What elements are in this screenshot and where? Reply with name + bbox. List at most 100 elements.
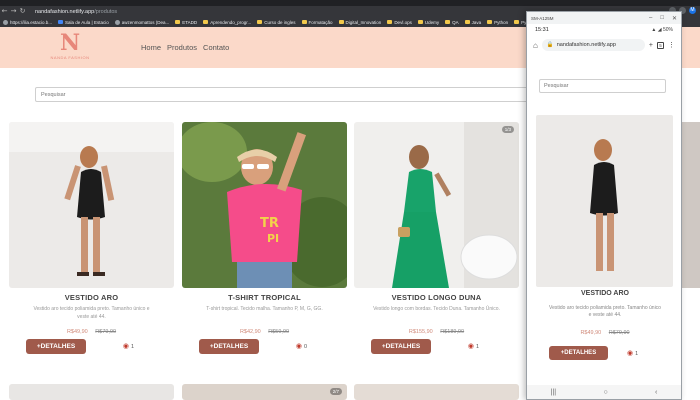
site-logo[interactable]: N NANDA FASHION (50, 31, 90, 64)
android-nav-bar: ||| ○ ‹ (527, 385, 681, 399)
svg-text:PI: PI (267, 232, 279, 245)
lock-icon: 🔒 (546, 42, 554, 48)
phone-view-count-value: 1 (635, 350, 639, 357)
view-count: ◉ 1 (123, 343, 134, 350)
product-title: T-SHIRT TROPICAL (228, 293, 301, 302)
phone-status-icons: ▲ ◢ 50% (651, 27, 673, 33)
product-prices: R$155,90 R$189,90 (354, 329, 519, 335)
bookmark-label: https://ilia.estacio.b... (10, 19, 53, 25)
product-description: Vestido aro tecido poliamida preto. Tama… (33, 306, 150, 320)
phone-status-bar: 15:31 ▲ ◢ 50% (527, 24, 681, 36)
folder-icon (338, 20, 344, 24)
folder-icon (464, 20, 470, 24)
bookmark-label: ETADD (182, 19, 198, 25)
product-description: T-shirt tropical. Tecido malha. Tamanho … (206, 306, 323, 312)
view-count: ◉ 1 (468, 343, 479, 350)
product-price: R$155,90 (408, 329, 433, 335)
view-count-value: 1 (475, 343, 479, 350)
folder-icon (387, 20, 393, 24)
eye-icon: ◉ (295, 343, 302, 350)
bookmark-item[interactable]: Formatação (301, 19, 333, 25)
bookmark-label: QA (452, 19, 459, 25)
product-image[interactable]: TR PI (182, 122, 347, 288)
tab-count-button[interactable]: 5 (657, 41, 664, 49)
globe-icon (3, 19, 8, 25)
svg-text:TR: TR (260, 216, 279, 231)
product-image[interactable] (354, 384, 519, 400)
phone-product-price: R$49,90 (580, 330, 602, 336)
product-card: 1/3 VESTIDO LONGO DUNA Vestido longo com… (354, 122, 519, 357)
folder-icon (514, 20, 520, 24)
product-price: R$49,90 (66, 329, 88, 335)
reload-icon[interactable]: ↻ (18, 6, 27, 17)
bookmark-item[interactable]: Java (464, 19, 482, 25)
bookmark-item[interactable]: Digital_Innovation (338, 19, 382, 25)
phone-details-button[interactable]: +DETALHES (549, 346, 608, 360)
phone-url-field[interactable]: 🔒 nandafashion.netlify.app (541, 39, 645, 51)
view-count: ◉ 0 (296, 343, 307, 350)
emulator-title: SM-A125M (531, 15, 554, 21)
back-icon[interactable]: ← (0, 6, 9, 17)
product-image[interactable] (9, 122, 174, 288)
search-input[interactable] (35, 87, 535, 102)
folder-icon (203, 20, 209, 24)
product-title: VESTIDO ARO (64, 293, 119, 302)
url-host: nandafashion.netlify.app (35, 8, 95, 15)
phone-search-input[interactable] (539, 79, 666, 93)
url-path: /produtos (94, 8, 118, 15)
nav-home[interactable]: Home (141, 43, 161, 52)
bookmark-item[interactable]: Sala de Aula | Estacio (58, 20, 109, 25)
product-image[interactable]: 2/7 (182, 384, 347, 400)
bookmark-item[interactable]: Curso de ingles (257, 20, 296, 25)
back-button-icon[interactable]: ‹ (655, 389, 657, 396)
product-actions: +DETALHES ◉ 1 (354, 339, 519, 357)
close-icon[interactable]: ✕ (672, 15, 677, 22)
view-count-value: 0 (303, 343, 307, 350)
bookmark-label: Formatação (308, 19, 333, 25)
product-title: VESTIDO LONGO DUNA (391, 293, 482, 302)
recent-apps-icon[interactable]: ||| (551, 389, 556, 396)
window-controls: – □ ✕ (649, 15, 677, 22)
eye-icon: ◉ (467, 343, 474, 350)
github-icon (114, 19, 120, 25)
view-count-value: 1 (130, 343, 134, 350)
details-button[interactable]: +DETALHES (371, 339, 431, 354)
new-tab-icon[interactable]: + (649, 42, 653, 49)
bookmark-label: Digital_Innovation (345, 19, 382, 25)
maximize-icon[interactable]: □ (660, 15, 664, 22)
menu-icon[interactable]: ⋮ (668, 41, 675, 49)
nav-contato[interactable]: Contato (203, 43, 229, 52)
bookmark-item[interactable]: https://ilia.estacio.b... (3, 19, 53, 25)
product-image[interactable]: 1/3 (354, 122, 519, 288)
bookmark-label: Udemy (424, 19, 440, 25)
product-old-price: R$59,90 (268, 329, 290, 335)
phone-view-count: ◉ 1 (627, 350, 638, 357)
nav-produtos[interactable]: Produtos (167, 43, 197, 52)
url-field[interactable]: nandafashion.netlify.app/produtos (35, 9, 117, 15)
bookmark-item[interactable]: Devl.ops (387, 20, 412, 25)
bookmark-item[interactable]: awzenmomattos (Dea... (114, 19, 169, 25)
forward-icon[interactable]: → (9, 6, 18, 17)
minimize-icon[interactable]: – (649, 15, 652, 22)
details-button[interactable]: +DETALHES (26, 339, 86, 354)
bookmark-item[interactable]: Python (487, 20, 508, 25)
bookmark-item[interactable]: ETADD (175, 20, 197, 25)
bookmark-label: Java (471, 19, 482, 25)
details-button[interactable]: +DETALHES (199, 339, 259, 354)
bookmark-item[interactable]: QA (445, 20, 459, 25)
bookmark-item[interactable]: Udemy (417, 19, 440, 25)
product-image-partial[interactable] (682, 122, 700, 288)
image-counter-badge: 1/3 (501, 126, 514, 133)
profile-avatar[interactable]: M (689, 7, 696, 14)
bookmark-label: Aprendendo_progr... (210, 19, 252, 25)
phone-product-image[interactable] (536, 115, 673, 287)
phone-product-prices: R$49,90 R$79,90 (527, 330, 683, 336)
home-icon[interactable]: ⌂ (533, 41, 538, 50)
logo-text: NANDA FASHION (50, 55, 90, 60)
phone-time: 15:31 (535, 27, 549, 33)
product-card: VESTIDO ARO Vestido aro tecido poliamida… (9, 122, 174, 357)
home-button-icon[interactable]: ○ (603, 389, 607, 396)
product-image[interactable] (9, 384, 174, 400)
bookmark-item[interactable]: Aprendendo_progr... (203, 20, 251, 25)
product-actions: +DETALHES ◉ 0 (182, 339, 347, 357)
